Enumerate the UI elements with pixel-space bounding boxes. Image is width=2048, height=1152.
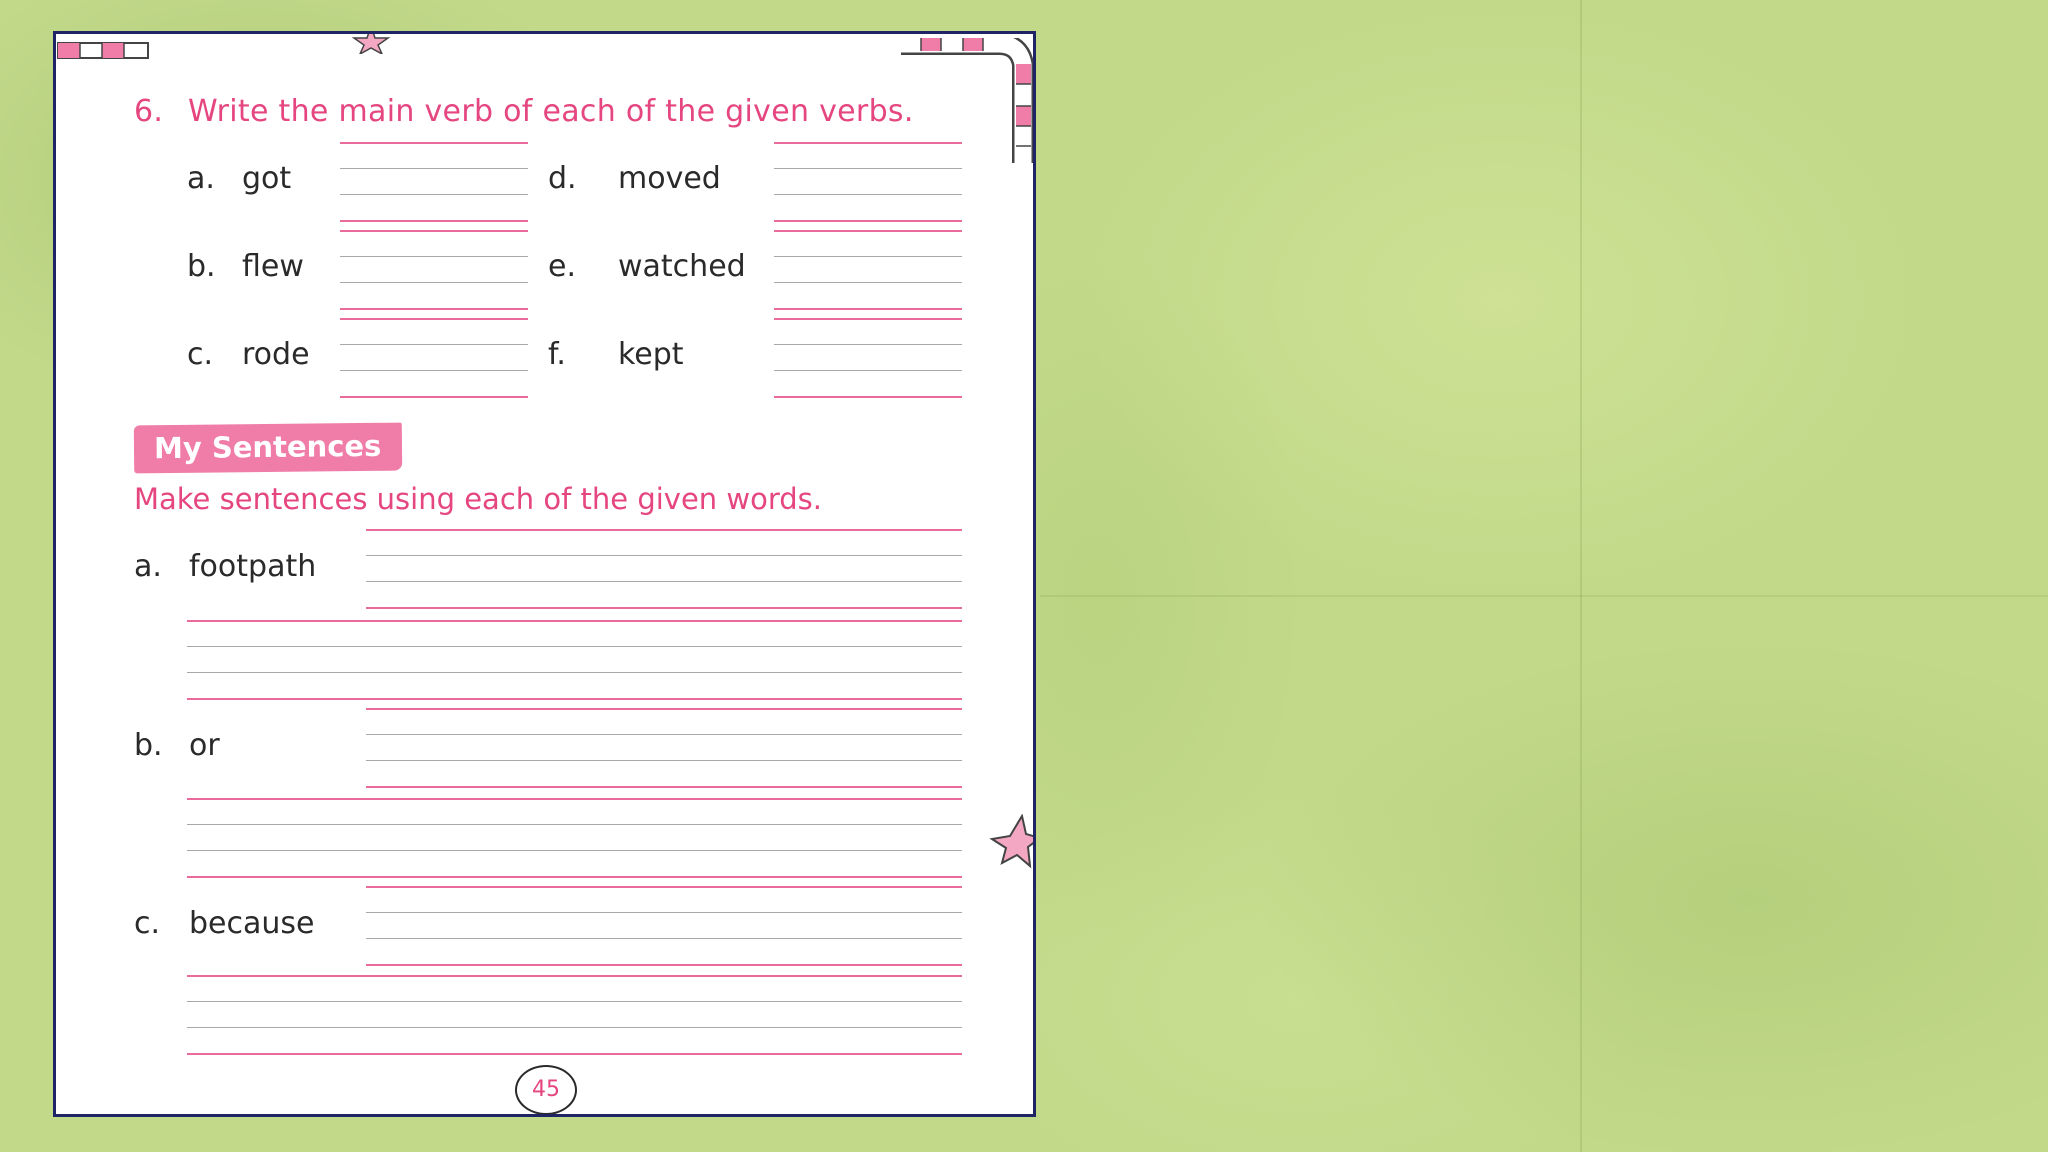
item-word: or — [189, 728, 220, 763]
item-word: kept — [618, 337, 684, 372]
my-sentences-instruction: Make sentences using each of the given w… — [134, 482, 823, 516]
question-number: 6. — [134, 94, 164, 129]
question-text: Write the main verb of each of the given… — [188, 94, 914, 129]
item-letter: a. — [187, 161, 215, 196]
answer-lines-f[interactable] — [774, 318, 962, 402]
item-letter: d. — [548, 161, 577, 196]
sentence-lines-c-2[interactable] — [187, 975, 962, 1059]
item-letter: c. — [134, 906, 161, 941]
item-word: moved — [618, 161, 721, 196]
background-crease — [1040, 595, 2048, 597]
answer-lines-b[interactable] — [340, 230, 528, 314]
star-icon — [986, 814, 1033, 874]
sentence-lines-b-2[interactable] — [187, 798, 962, 882]
question-title: 6. Write the main verb of each of the giv… — [134, 94, 914, 129]
item-word: flew — [242, 249, 304, 284]
item-letter: c. — [187, 337, 214, 372]
sentence-lines-c-1[interactable] — [366, 886, 962, 970]
item-word: rode — [242, 337, 310, 372]
item-letter: b. — [187, 249, 216, 284]
answer-lines-d[interactable] — [774, 142, 962, 226]
item-letter: a. — [134, 549, 162, 584]
workbook-page: 6. Write the main verb of each of the giv… — [53, 31, 1036, 1117]
item-word: footpath — [189, 549, 317, 584]
item-word: watched — [618, 249, 746, 284]
answer-lines-a[interactable] — [340, 142, 528, 226]
item-letter: b. — [134, 728, 163, 763]
item-word: got — [242, 161, 292, 196]
answer-lines-e[interactable] — [774, 230, 962, 314]
item-letter: f. — [548, 337, 566, 372]
background-crease — [1580, 0, 1582, 1152]
ribbon-decoration-left — [56, 40, 151, 60]
page-number: 45 — [515, 1065, 577, 1114]
sentence-lines-b-1[interactable] — [366, 708, 962, 792]
answer-lines-c[interactable] — [340, 318, 528, 402]
item-letter: e. — [548, 249, 576, 284]
my-sentences-heading-text: My Sentences — [153, 428, 382, 466]
my-sentences-heading: My Sentences — [133, 422, 403, 474]
sentence-lines-a-2[interactable] — [187, 620, 962, 704]
star-icon — [351, 34, 391, 54]
item-word: because — [189, 906, 315, 941]
sentence-lines-a-1[interactable] — [366, 529, 962, 613]
